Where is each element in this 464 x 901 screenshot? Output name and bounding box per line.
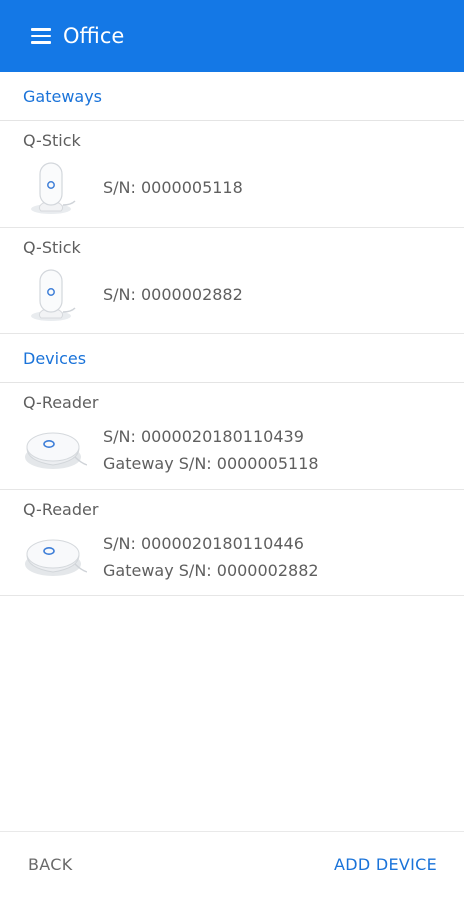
serial-number: S/N: 0000005118 [103,178,243,197]
gateway-serial-number: Gateway S/N: 0000005118 [103,454,319,473]
device-name: Q-Reader [23,393,99,412]
section-header-gateways: Gateways [0,72,464,121]
serial-number: S/N: 0000020180110439 [103,427,304,446]
device-name: Q-Stick [23,131,81,150]
q-stick-device-image [31,269,76,321]
section-label-gateways: Gateways [23,87,103,106]
gateway-row[interactable]: Q-Stick S/N: 0000005118 [0,121,464,228]
app-bar: Office [0,0,464,72]
serial-number: S/N: 0000020180110446 [103,534,304,553]
add-device-button[interactable]: ADD DEVICE [334,855,437,875]
menu-icon[interactable] [31,28,51,44]
device-row[interactable]: Q-Reader S/N: 0000020180110439 Gateway S… [0,383,464,490]
section-header-devices: Devices [0,334,464,383]
gateway-row[interactable]: Q-Stick S/N: 0000002882 [0,228,464,334]
bottom-action-bar: BACK ADD DEVICE [0,831,464,901]
gateway-serial-number: Gateway S/N: 0000002882 [103,561,319,580]
section-label-devices: Devices [23,349,87,368]
page-title: Office [63,24,125,48]
q-reader-device-image [25,539,87,576]
device-row[interactable]: Q-Reader S/N: 0000020180110446 Gateway S… [0,490,464,596]
back-button[interactable]: BACK [28,855,73,875]
serial-number: S/N: 0000002882 [103,285,243,304]
device-name: Q-Reader [23,500,99,519]
q-stick-device-image [31,162,76,214]
q-reader-device-image [25,432,87,469]
device-name: Q-Stick [23,238,81,257]
